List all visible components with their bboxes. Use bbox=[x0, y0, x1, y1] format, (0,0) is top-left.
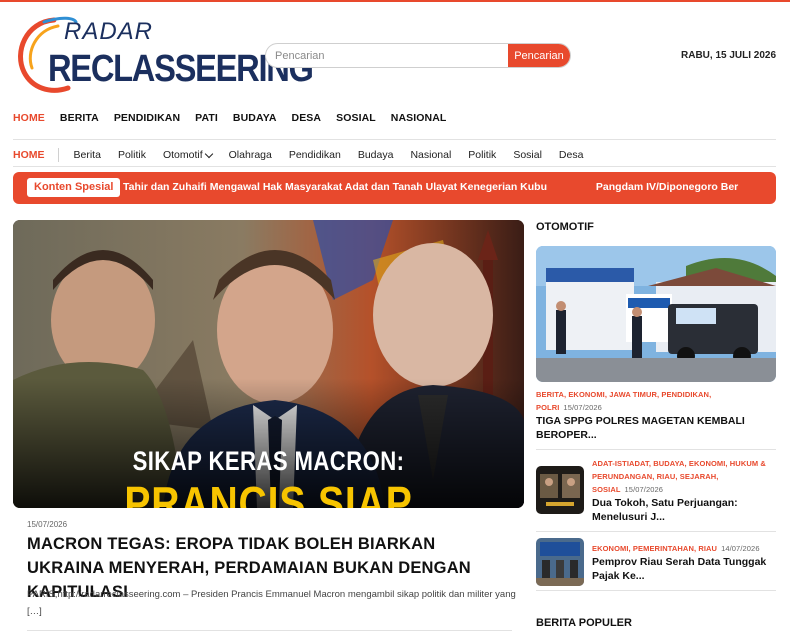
thumbnail-image bbox=[536, 466, 584, 514]
sidebar-item-title[interactable]: Dua Tokoh, Satu Perjuangan: Menelusuri J… bbox=[592, 496, 776, 524]
hero-image-caption-highlight: PRANCIS SIAP bbox=[124, 477, 413, 508]
nav-divider bbox=[13, 139, 776, 140]
category-tags[interactable]: EKONOMI, PEMERINTAHAN, RIAU bbox=[592, 544, 717, 553]
hero-image-caption: SIKAP KERAS MACRON: bbox=[132, 446, 405, 476]
sidebar-featured-image[interactable] bbox=[536, 246, 776, 382]
hero-image[interactable]: SIKAP KERAS MACRON: PRANCIS SIAP bbox=[13, 220, 524, 508]
sidebar-divider bbox=[536, 449, 776, 450]
nav-pati[interactable]: PATI bbox=[195, 112, 218, 124]
subnav-otomotif[interactable]: Otomotif bbox=[162, 149, 213, 161]
subnav-nasional[interactable]: Nasional bbox=[410, 149, 451, 161]
sidebar-featured-title[interactable]: TIGA SPPG POLRES MAGETAN KEMBALI BEROPER… bbox=[536, 414, 776, 442]
subnav-pendidikan[interactable]: Pendidikan bbox=[289, 149, 341, 161]
nav-pendidikan[interactable]: PENDIDIKAN bbox=[114, 112, 180, 124]
sidebar-heading: OTOMOTIF bbox=[536, 221, 594, 233]
subnav-divider bbox=[13, 166, 776, 167]
popular-news-heading: BERITA POPULER bbox=[536, 617, 632, 629]
primary-nav: HOME BERITA PENDIDIKAN PATI BUDAYA DESA … bbox=[13, 112, 461, 124]
subnav-budaya[interactable]: Budaya bbox=[358, 149, 394, 161]
post-date: 15/07/2026 bbox=[624, 485, 664, 494]
chevron-down-icon bbox=[204, 149, 213, 158]
subnav-berita[interactable]: Berita bbox=[74, 149, 101, 161]
site-logo[interactable]: RADAR RECLASSEERING bbox=[14, 14, 314, 94]
top-accent-line bbox=[0, 0, 790, 2]
hero-article-excerpt: PARIS,http://radarreclasseering.com – Pr… bbox=[27, 589, 516, 617]
nav-nasional[interactable]: NASIONAL bbox=[391, 112, 447, 124]
nav-berita[interactable]: BERITA bbox=[60, 112, 99, 124]
ticker-label: Konten Spesial bbox=[27, 178, 121, 197]
sidebar-featured-illustration bbox=[536, 246, 776, 382]
sidebar-item-thumbnail[interactable] bbox=[536, 538, 584, 586]
sidebar-divider bbox=[536, 531, 776, 532]
article-divider bbox=[27, 630, 512, 631]
current-date: RABU, 15 JULI 2026 bbox=[681, 50, 777, 61]
subnav-politik-2[interactable]: Politik bbox=[468, 149, 496, 161]
logo-text-radar: RADAR bbox=[64, 18, 154, 45]
nav-budaya[interactable]: BUDAYA bbox=[233, 112, 277, 124]
news-ticker: Konten Spesial Tahir dan Zuhaifi Mengawa… bbox=[13, 172, 776, 204]
post-date: 14/07/2026 bbox=[721, 544, 760, 553]
sidebar-divider bbox=[536, 590, 776, 591]
nav-home[interactable]: HOME bbox=[13, 112, 45, 124]
subnav-olahraga[interactable]: Olahraga bbox=[229, 149, 272, 161]
subnav-home[interactable]: HOME bbox=[13, 149, 45, 161]
sidebar-item-meta: EKONOMI, PEMERINTAHAN, RIAU 14/07/2026 bbox=[592, 542, 776, 555]
search-input[interactable] bbox=[266, 44, 510, 67]
subnav-politik[interactable]: Politik bbox=[118, 149, 146, 161]
post-date: 15/07/2026 bbox=[563, 403, 602, 412]
subnav-sosial[interactable]: Sosial bbox=[513, 149, 542, 161]
subnav-otomotif-label: Otomotif bbox=[162, 149, 203, 161]
search-button[interactable]: Pencarian bbox=[508, 44, 570, 67]
sidebar-item-thumbnail[interactable] bbox=[536, 466, 584, 514]
nav-desa[interactable]: DESA bbox=[292, 112, 322, 124]
category-tags[interactable]: ADAT-ISTIADAT, BUDAYA, EKONOMI, HUKUM & … bbox=[592, 459, 766, 494]
sidebar-featured-meta: BERITA, EKONOMI, JAWA TIMUR, PENDIDIKAN,… bbox=[536, 388, 776, 414]
thumbnail-image bbox=[536, 538, 584, 586]
nav-sosial[interactable]: SOSIAL bbox=[336, 112, 376, 124]
sidebar-item-title[interactable]: Pemprov Riau Serah Data Tunggak Pajak Ke… bbox=[592, 555, 776, 583]
search-bar: Pencarian bbox=[265, 43, 571, 68]
subnav-desa[interactable]: Desa bbox=[559, 149, 584, 161]
hero-article-date: 15/07/2026 bbox=[27, 520, 68, 529]
subnav-separator bbox=[57, 148, 59, 162]
sidebar-item-meta: ADAT-ISTIADAT, BUDAYA, EKONOMI, HUKUM & … bbox=[592, 457, 776, 496]
ticker-item[interactable]: Tahir dan Zuhaifi Mengawal Hak Masyaraka… bbox=[123, 181, 547, 193]
ticker-item[interactable]: Pangdam IV/Diponegoro Ber bbox=[596, 181, 738, 193]
secondary-nav: HOME Berita Politik Otomotif Olahraga Pe… bbox=[13, 148, 600, 162]
ticker-text: Tahir dan Zuhaifi Mengawal Hak Masyaraka… bbox=[123, 181, 776, 193]
